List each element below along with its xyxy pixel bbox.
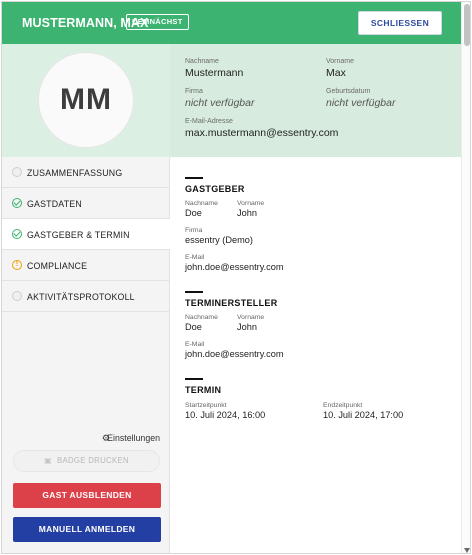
vertical-scrollbar[interactable] [461, 2, 470, 553]
sidebar-item-aktivitaetsprotokoll[interactable]: AKTIVITÄTSPROTOKOLL [2, 281, 170, 312]
sidebar-item-label: GASTGEBER & TERMIN [27, 230, 130, 240]
start-value: 10. Juli 2024, 16:00 [185, 410, 266, 420]
creator-vorname-label: Vorname [237, 314, 265, 321]
geburtsdatum-value: nicht verfügbar [326, 97, 396, 109]
vorname-value: Max [326, 67, 346, 79]
avatar: MM [38, 52, 134, 148]
settings-label: Einstellungen [107, 433, 160, 443]
host-email-label: E-Mail [185, 254, 205, 261]
sidebar-item-zusammenfassung[interactable]: ZUSAMMENFASSUNG [2, 157, 170, 188]
avatar-area: MM [2, 44, 170, 157]
host-nachname-value: Doe [185, 208, 202, 218]
creator-nachname-label: Nachname [185, 314, 218, 321]
guest-detail-panel: MUSTERMANN, MAX DEMNÄCHST SCHLIESSEN MM … [1, 1, 471, 554]
sidebar-item-compliance[interactable]: COMPLIANCE [2, 250, 170, 281]
sidebar-item-gastgeber-termin[interactable]: GASTGEBER & TERMIN [2, 219, 170, 250]
host-vorname-label: Vorname [237, 200, 265, 207]
empty-circle-icon [12, 167, 22, 177]
sidebar-item-gastdaten[interactable]: GASTDATEN [2, 188, 170, 219]
badge-print-button[interactable]: ▣ BADGE DRUCKEN [13, 450, 160, 472]
sidebar-item-label: AKTIVITÄTSPROTOKOLL [27, 292, 135, 302]
creator-section-title: TERMINERSTELLER [185, 298, 278, 308]
creator-vorname-value: John [237, 322, 257, 332]
geburtsdatum-label: Geburtsdatum [326, 88, 371, 95]
manual-login-button[interactable]: MANUELL ANMELDEN [13, 517, 161, 542]
firma-value: nicht verfügbar [185, 97, 255, 109]
sidebar-item-label: ZUSAMMENFASSUNG [27, 168, 123, 178]
header-bar: MUSTERMANN, MAX DEMNÄCHST SCHLIESSEN [2, 2, 461, 44]
scrollbar-thumb[interactable] [464, 4, 470, 46]
sidebar-item-label: COMPLIANCE [27, 261, 88, 271]
printer-icon: ▣ [44, 456, 52, 465]
check-circle-icon [12, 198, 22, 208]
badge-print-label: BADGE DRUCKEN [56, 456, 129, 465]
firma-label: Firma [185, 88, 203, 95]
host-firma-label: Firma [185, 227, 203, 234]
email-value: max.mustermann@essentry.com [185, 127, 339, 139]
close-button[interactable]: SCHLIESSEN [358, 11, 442, 35]
appointment-section-title: TERMIN [185, 385, 222, 395]
nachname-label: Nachname [185, 58, 219, 65]
section-divider [185, 177, 203, 179]
status-badge: DEMNÄCHST [126, 14, 189, 30]
end-value: 10. Juli 2024, 17:00 [323, 410, 404, 420]
email-label: E-Mail-Adresse [185, 118, 233, 125]
creator-nachname-value: Doe [185, 322, 202, 332]
host-email-value: john.doe@essentry.com [185, 262, 284, 272]
hide-guest-button[interactable]: GAST AUSBLENDEN [13, 483, 161, 508]
profile-section: MM Nachname Mustermann Vorname Max Firma… [2, 44, 461, 157]
settings-link[interactable]: ⚙ Einstellungen [2, 429, 170, 449]
sidebar: ZUSAMMENFASSUNG GASTDATEN GASTGEBER & TE… [2, 157, 170, 553]
host-firma-value: essentry (Demo) [185, 235, 253, 245]
nachname-value: Mustermann [185, 67, 244, 79]
vorname-label: Vorname [326, 58, 355, 65]
scroll-down-arrow-icon[interactable] [464, 548, 470, 553]
end-label: Endzeitpunkt [323, 402, 363, 409]
check-circle-icon [12, 229, 22, 239]
creator-email-label: E-Mail [185, 341, 205, 348]
sidebar-item-label: GASTDATEN [27, 199, 82, 209]
section-divider [185, 291, 203, 293]
host-nachname-label: Nachname [185, 200, 218, 207]
host-vorname-value: John [237, 208, 257, 218]
host-section-title: GASTGEBER [185, 184, 245, 194]
start-label: Startzeitpunkt [185, 402, 227, 409]
empty-circle-icon [12, 291, 22, 301]
creator-email-value: john.doe@essentry.com [185, 349, 284, 359]
warning-circle-icon [12, 259, 22, 270]
section-divider [185, 378, 203, 380]
main-content: GASTGEBER Nachname Doe Vorname John Firm… [171, 157, 461, 553]
